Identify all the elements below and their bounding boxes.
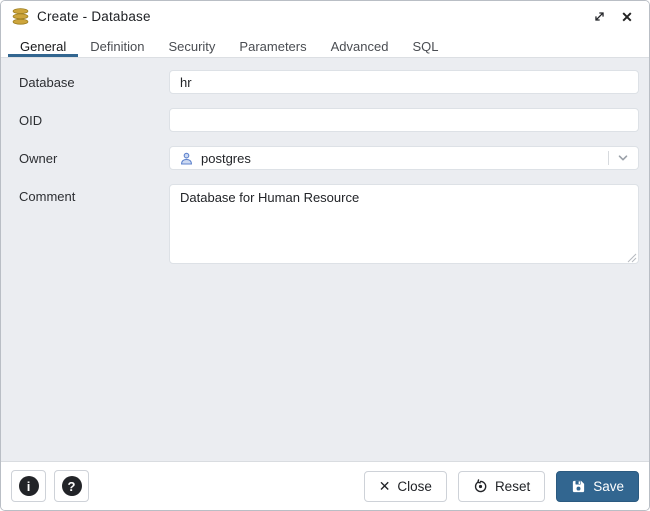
comment-row: Comment Database for Human Resource: [19, 184, 639, 264]
database-input[interactable]: [169, 70, 639, 94]
dialog-title: Create - Database: [37, 9, 151, 24]
tab-sql[interactable]: SQL: [400, 32, 450, 57]
tab-general[interactable]: General: [8, 32, 79, 57]
help-button[interactable]: ?: [54, 470, 89, 502]
expand-icon[interactable]: [589, 7, 609, 27]
titlebar: Create - Database ✕: [1, 1, 649, 32]
save-button[interactable]: Save: [556, 470, 639, 502]
reset-button-label: Reset: [494, 478, 531, 494]
comment-textarea[interactable]: Database for Human Resource: [169, 184, 639, 264]
owner-selected-value: postgres: [201, 150, 251, 166]
close-x-icon: ✕: [378, 478, 391, 494]
tabbar: General Definition Security Parameters A…: [1, 32, 649, 58]
save-icon: [571, 479, 586, 494]
owner-select[interactable]: postgres: [169, 146, 639, 170]
owner-label: Owner: [19, 151, 58, 166]
select-divider: [608, 151, 609, 165]
general-tab-panel: Database OID Owner: [1, 58, 649, 461]
tab-security[interactable]: Security: [156, 32, 227, 57]
create-database-dialog: Create - Database ✕ General Definition S…: [0, 0, 650, 511]
footer: i ? ✕ Close Reset Save: [1, 461, 649, 510]
reset-icon: [473, 478, 488, 494]
info-icon: i: [18, 476, 39, 496]
database-icon: [11, 8, 30, 25]
oid-input[interactable]: [169, 108, 639, 132]
oid-row: OID: [19, 108, 639, 132]
tab-advanced[interactable]: Advanced: [319, 32, 401, 57]
database-row: Database: [19, 70, 639, 94]
oid-label: OID: [19, 113, 43, 128]
user-icon: [180, 152, 193, 165]
chevron-down-icon: [615, 150, 631, 166]
close-icon[interactable]: ✕: [617, 7, 637, 27]
help-icon: ?: [61, 476, 82, 496]
info-button[interactable]: i: [11, 470, 46, 502]
reset-button[interactable]: Reset: [457, 470, 546, 502]
owner-row: Owner postgres: [19, 146, 639, 170]
database-label: Database: [19, 75, 75, 90]
close-button-label: Close: [397, 478, 432, 494]
tab-definition[interactable]: Definition: [78, 32, 156, 57]
comment-label: Comment: [19, 189, 76, 204]
tab-parameters[interactable]: Parameters: [227, 32, 318, 57]
close-button[interactable]: ✕ Close: [363, 470, 447, 502]
save-button-label: Save: [593, 478, 624, 494]
